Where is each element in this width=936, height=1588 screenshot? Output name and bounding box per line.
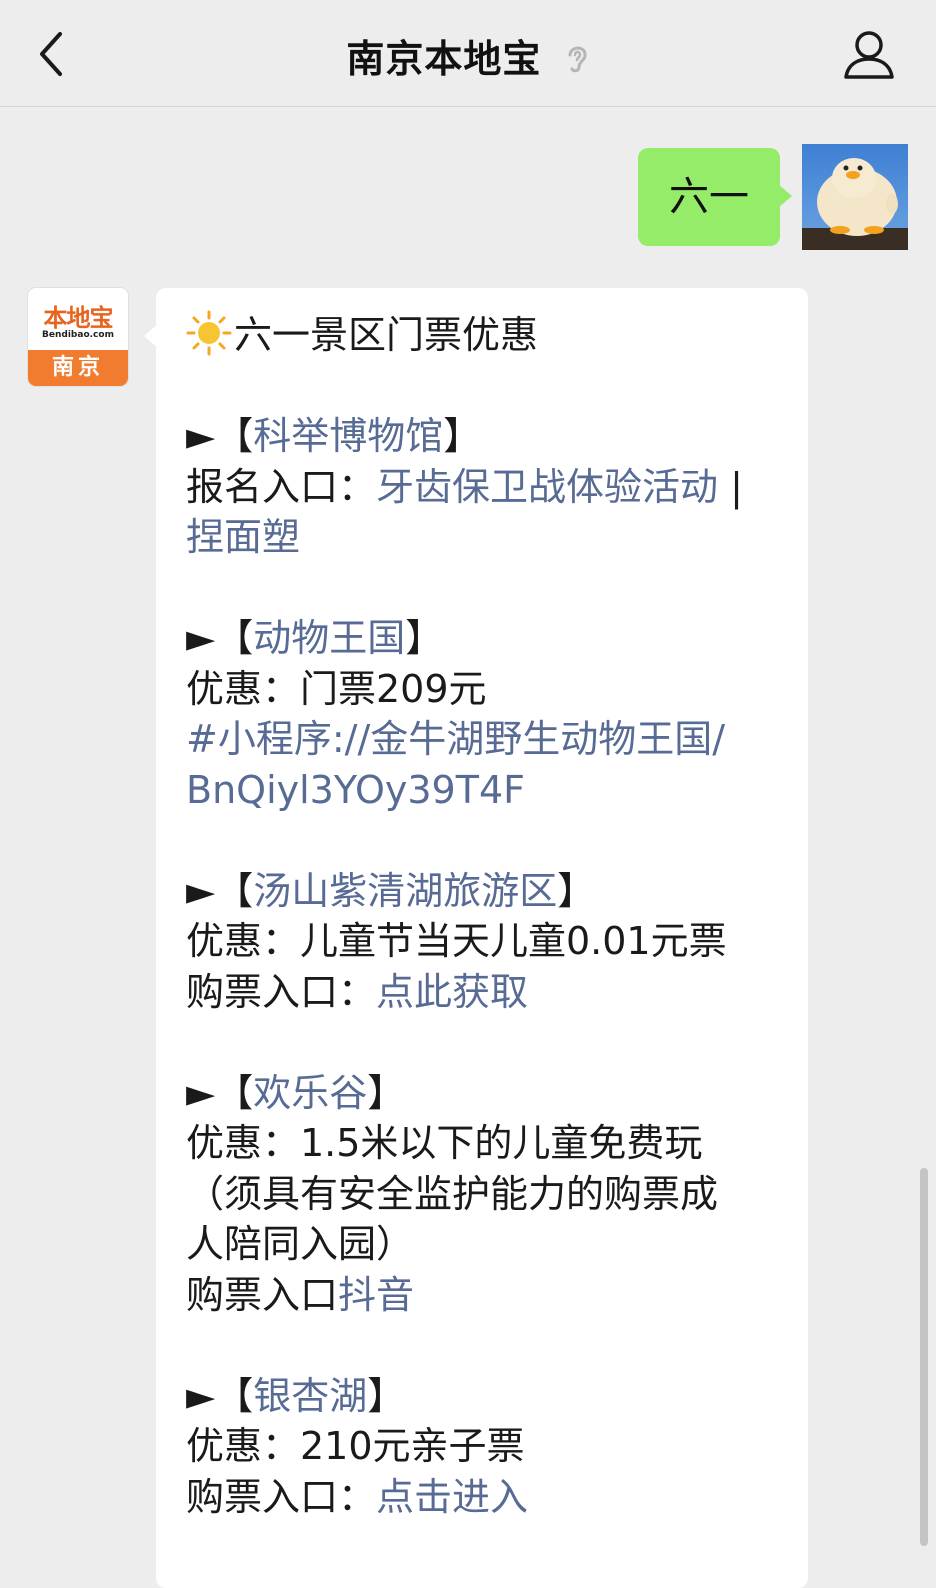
section-heading: ►【动物王国】 xyxy=(186,613,786,664)
section-detail-line: 优惠：门票209元 xyxy=(186,664,786,715)
detail-label: 购票入口： xyxy=(186,1474,377,1519)
duck-mascot-icon xyxy=(802,158,908,250)
section-heading: ►【科举博物馆】 xyxy=(186,411,786,462)
detail-label: 优惠：210元亲子票 xyxy=(186,1424,525,1468)
section-name-link[interactable]: 科举博物馆 xyxy=(253,414,443,458)
detail-link[interactable]: 捏面塑 xyxy=(186,515,300,559)
incoming-message-bubble[interactable]: 六一景区门票优惠 ►【科举博物馆】 报名入口：牙齿保卫战体验活动 | 捏面塑 ►【动… xyxy=(144,288,808,1588)
brand-city-label: 南京 xyxy=(28,350,128,386)
section-detail-line: 报名入口：牙齿保卫战体验活动 | xyxy=(186,462,786,513)
brand-logo-text: 本地宝 xyxy=(43,303,114,332)
section-detail-line: 优惠：210元亲子票 xyxy=(186,1421,786,1472)
detail-label: 优惠：1.5米以下的儿童免费玩 xyxy=(186,1121,703,1165)
chat-title-wrap: 南京本地宝 xyxy=(0,28,936,84)
detail-label: 购票入口： xyxy=(186,969,377,1014)
sun-icon xyxy=(186,310,232,356)
user-avatar[interactable] xyxy=(802,144,908,250)
section-bracket-open: 【 xyxy=(215,1373,254,1418)
section-detail-line: 捏面塑 xyxy=(186,512,786,563)
detail-label: （须具有安全监护能力的购票成 xyxy=(186,1171,719,1216)
person-icon xyxy=(844,31,894,79)
section-detail-line: 购票入口抖音 xyxy=(186,1270,786,1321)
section-detail-line: 优惠：儿童节当天儿童0.01元票 xyxy=(186,916,786,967)
section-name-link[interactable]: 汤山紫清湖旅游区 xyxy=(253,869,557,913)
detail-suffix: | xyxy=(718,464,743,509)
section-heading: ►【欢乐谷】 xyxy=(186,1068,786,1119)
section-arrow: ► xyxy=(186,414,216,458)
bot-avatar[interactable]: 本地宝 Bendibao.com 南京 xyxy=(28,288,128,386)
section-arrow: ► xyxy=(186,1070,216,1115)
scrollbar[interactable] xyxy=(920,1168,928,1546)
detail-label: 优惠：门票209元 xyxy=(186,666,487,711)
detail-label: 报名入口： xyxy=(186,464,377,509)
outgoing-message-text: 六一 xyxy=(669,174,749,220)
top-nav-bar: 南京本地宝 xyxy=(0,0,936,107)
chat-title: 南京本地宝 xyxy=(346,37,542,81)
ear-icon xyxy=(564,40,590,84)
section-bracket-open: 【 xyxy=(215,616,254,660)
section-detail-line: 购票入口：点此获取 xyxy=(186,967,786,1018)
section-detail-line: （须具有安全监护能力的购票成 xyxy=(186,1169,786,1220)
section-name-link[interactable]: 银杏湖 xyxy=(253,1374,367,1418)
detail-link[interactable]: 牙齿保卫战体验活动 xyxy=(376,465,718,509)
section-arrow: ► xyxy=(186,868,216,913)
detail-label: 购票入口 xyxy=(186,1272,339,1317)
section-detail-line: BnQiyl3YOy39T4F xyxy=(186,765,786,816)
detail-link[interactable]: 抖音 xyxy=(338,1273,414,1317)
section-name-link[interactable]: 欢乐谷 xyxy=(253,1071,367,1115)
section-heading: ►【汤山紫清湖旅游区】 xyxy=(186,866,786,917)
section-arrow: ► xyxy=(186,1373,216,1418)
section-bracket-close: 】 xyxy=(443,414,482,458)
detail-label: 人陪同入园） xyxy=(186,1222,415,1266)
section-detail-line: 购票入口：点击进入 xyxy=(186,1472,786,1523)
detail-label: 优惠：儿童节当天儿童0.01元票 xyxy=(186,919,727,963)
section-detail-line: 人陪同入园） xyxy=(186,1219,786,1270)
section-detail-line: 优惠：1.5米以下的儿童免费玩 xyxy=(186,1118,786,1169)
section-bracket-open: 【 xyxy=(215,868,254,913)
section-heading: ►【银杏湖】 xyxy=(186,1371,786,1422)
incoming-message-text: 六一景区门票优惠 ►【科举博物馆】 报名入口：牙齿保卫战体验活动 | 捏面塑 ►【动… xyxy=(186,310,786,1522)
section-name-link[interactable]: 动物王国 xyxy=(253,616,405,660)
section-bracket-open: 【 xyxy=(215,1070,254,1115)
brand-logo-subtext: Bendibao.com xyxy=(42,330,114,340)
message-heading: 六一景区门票优惠 xyxy=(234,313,539,357)
section-bracket-close: 】 xyxy=(367,1373,406,1418)
section-bracket-open: 【 xyxy=(215,414,254,458)
section-bracket-close: 】 xyxy=(405,616,444,660)
detail-link[interactable]: 点击进入 xyxy=(376,1475,528,1519)
section-arrow: ► xyxy=(186,616,216,660)
profile-button[interactable] xyxy=(840,28,898,82)
sections-container: ►【科举博物馆】 报名入口：牙齿保卫战体验活动 | 捏面塑 ►【动物王国】 优惠：门票… xyxy=(186,361,786,1523)
section-detail-line: #小程序://金牛湖野生动物王国/ xyxy=(186,714,786,765)
message-heading-line: 六一景区门票优惠 xyxy=(186,310,786,361)
section-bracket-close: 】 xyxy=(367,1070,406,1115)
section-bracket-close: 】 xyxy=(557,868,596,913)
detail-link[interactable]: #小程序://金牛湖野生动物王国/ xyxy=(186,717,725,761)
detail-link[interactable]: BnQiyl3YOy39T4F xyxy=(186,768,525,812)
detail-link[interactable]: 点此获取 xyxy=(376,970,528,1014)
outgoing-message-bubble[interactable]: 六一 xyxy=(638,148,792,246)
